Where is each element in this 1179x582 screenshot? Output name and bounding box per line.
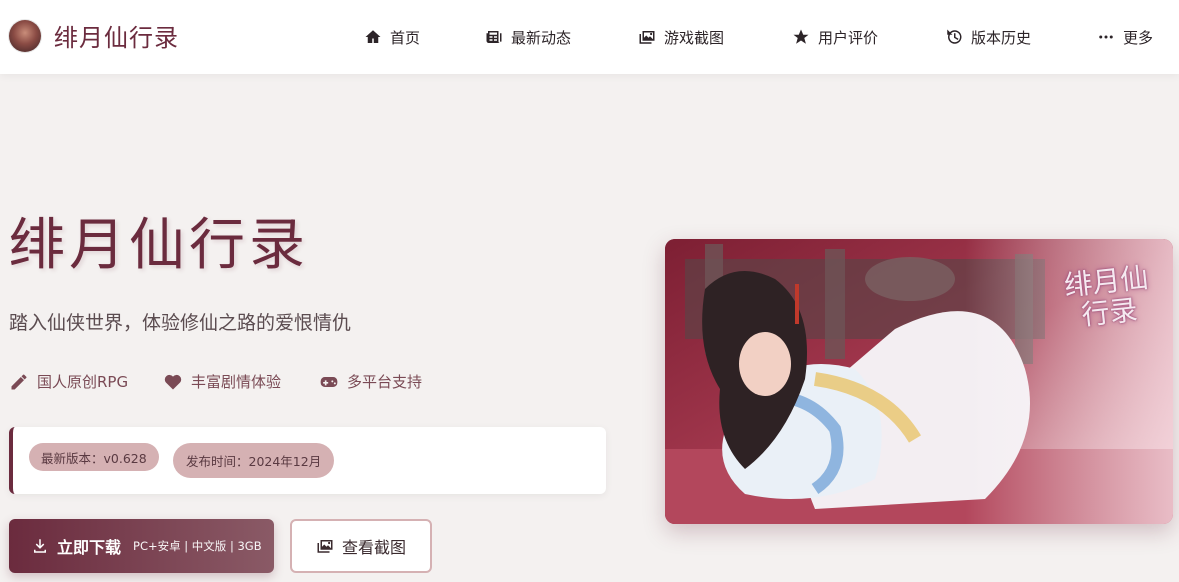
home-icon [365, 30, 381, 43]
nav-more[interactable]: 更多 [1097, 26, 1153, 48]
nav-news-label: 最新动态 [511, 28, 572, 47]
nav-screenshots[interactable]: 游戏截图 [638, 26, 724, 48]
nav-more-label: 更多 [1123, 28, 1154, 47]
feature-label: 多平台支持 [347, 373, 423, 391]
heart-icon [164, 374, 182, 389]
nav-history[interactable]: 版本历史 [945, 26, 1031, 48]
images-icon [639, 31, 655, 44]
hero-title: 绯月仙行录 [9, 213, 309, 278]
download-button-label: 立即下载 [57, 538, 122, 557]
history-icon [947, 29, 962, 44]
images-icon [317, 540, 333, 553]
star-icon [793, 29, 809, 44]
view-screenshots-button[interactable]: 查看截图 [290, 519, 432, 573]
feature-label: 丰富剧情体验 [191, 373, 282, 391]
ellipsis-icon [1099, 35, 1113, 39]
nav-reviews-label: 用户评价 [818, 28, 879, 47]
view-screenshots-label: 查看截图 [341, 538, 406, 557]
gamepad-icon [320, 376, 338, 387]
nav-home-label: 首页 [390, 28, 421, 47]
feature-original-rpg: 国人原创RPG [9, 371, 128, 392]
site-title[interactable]: 绯月仙行录 [54, 18, 179, 53]
nav-screenshots-label: 游戏截图 [664, 28, 725, 47]
pencil-icon [11, 374, 27, 389]
feature-rich-story: 丰富剧情体验 [163, 371, 281, 392]
version-badge: 最新版本：v0.628 [29, 443, 159, 471]
artwork-logo: 绯月仙行录 [1062, 260, 1150, 332]
nav-reviews[interactable]: 用户评价 [792, 26, 878, 48]
download-button-details: PC+安卓 | 中文版 | 3GB [133, 539, 262, 553]
hero-subtitle: 踏入仙侠世界，体验修仙之路的爱恨情仇 [9, 312, 352, 334]
feature-multiplatform: 多平台支持 [319, 371, 422, 392]
newspaper-icon [486, 31, 502, 43]
release-date-badge: 发布时间：2024年12月 [173, 443, 335, 478]
nav-history-label: 版本历史 [971, 28, 1032, 47]
logo-avatar[interactable] [9, 20, 41, 52]
version-info-card: 最新版本：v0.628 发布时间：2024年12月 [9, 427, 606, 494]
download-button[interactable]: 立即下载 PC+安卓 | 中文版 | 3GB [9, 519, 274, 573]
nav-home[interactable]: 首页 [364, 26, 420, 48]
download-icon [34, 539, 46, 553]
feature-label: 国人原创RPG [37, 373, 129, 391]
nav-news[interactable]: 最新动态 [485, 26, 571, 48]
hero-game-artwork[interactable]: 绯月仙行录 [665, 239, 1173, 524]
top-navbar: 绯月仙行录 首页 最新动态 游戏截图 用户评价 版本历史 更多 [0, 0, 1179, 74]
